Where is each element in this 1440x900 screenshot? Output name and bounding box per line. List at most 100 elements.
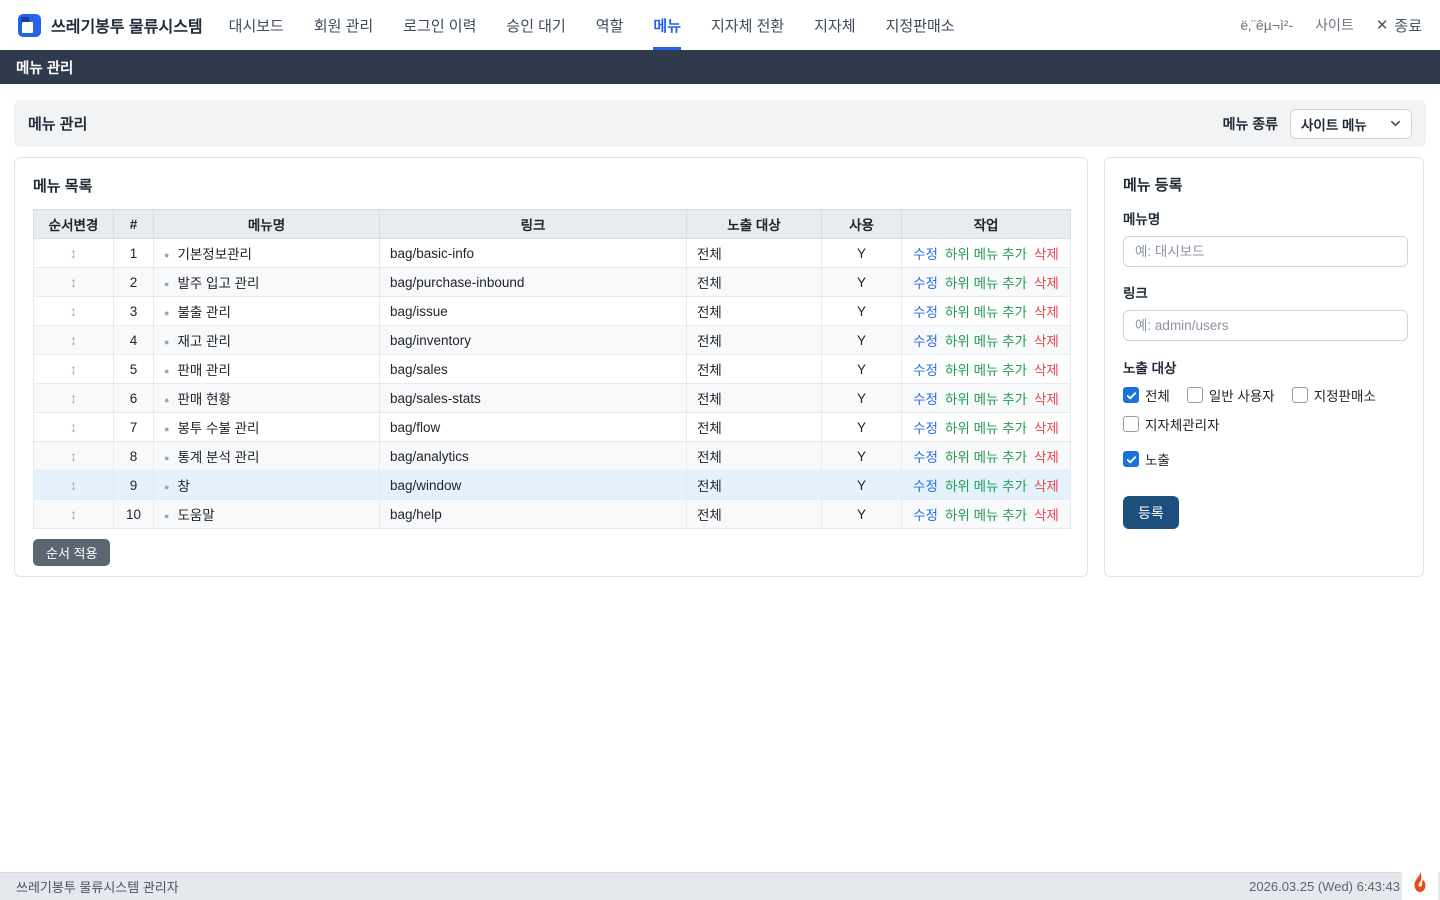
nav-item-3[interactable]: 승인 대기 xyxy=(506,0,565,50)
edit-link[interactable]: 수정 xyxy=(913,421,938,436)
menu-name-cell: ●재고 관리 xyxy=(154,326,380,355)
menu-list-title: 메뉴 목록 xyxy=(33,175,1069,196)
menu-name: 판매 현황 xyxy=(177,392,230,407)
delete-link[interactable]: 삭제 xyxy=(1034,392,1059,407)
nav-item-8[interactable]: 지정판매소 xyxy=(886,0,955,50)
edit-link[interactable]: 수정 xyxy=(913,479,938,494)
visible-checkbox[interactable]: 노출 xyxy=(1123,449,1170,469)
page-title: 메뉴 관리 xyxy=(28,113,87,134)
main-nav: 대시보드 회원 관리 로그인 이력 승인 대기 역할 메뉴 지자체 전환 지자체 지정판매소 xyxy=(229,0,955,50)
drag-handle-icon[interactable]: ↕ xyxy=(70,361,77,377)
add-submenu-link[interactable]: 하위 메뉴 추가 xyxy=(945,247,1027,262)
menu-link-cell: bag/sales xyxy=(380,355,687,384)
menu-name: 도움말 xyxy=(177,508,214,523)
logout-button[interactable]: ✕ 종료 xyxy=(1376,15,1422,36)
use-cell: Y xyxy=(822,355,902,384)
drag-handle-icon[interactable]: ↕ xyxy=(70,448,77,464)
row-number: 3 xyxy=(114,297,154,326)
actions-cell: 수정 하위 메뉴 추가 삭제 xyxy=(902,326,1071,355)
delete-link[interactable]: 삭제 xyxy=(1034,508,1059,523)
edit-link[interactable]: 수정 xyxy=(913,305,938,320)
nav-item-0[interactable]: 대시보드 xyxy=(229,0,284,50)
nav-item-2[interactable]: 로그인 이력 xyxy=(403,0,476,50)
table-row: ↕3●불출 관리bag/issue전체Y수정하위 메뉴 추가삭제 xyxy=(34,297,1071,326)
flame-icon xyxy=(1409,868,1431,894)
delete-link[interactable]: 삭제 xyxy=(1034,479,1059,494)
delete-link[interactable]: 삭제 xyxy=(1034,276,1059,291)
add-submenu-link[interactable]: 하위 메뉴 추가 xyxy=(945,508,1027,523)
logout-label: 종료 xyxy=(1394,15,1422,36)
add-submenu-link[interactable]: 하위 메뉴 추가 xyxy=(945,276,1027,291)
target-cell: 전체 xyxy=(687,326,822,355)
menu-name: 창 xyxy=(177,479,189,494)
drag-cell: ↕ xyxy=(34,355,114,384)
checkbox-label: 일반 사용자 xyxy=(1209,385,1275,405)
row-number: 1 xyxy=(114,239,154,268)
add-submenu-link[interactable]: 하위 메뉴 추가 xyxy=(945,305,1027,320)
edit-link[interactable]: 수정 xyxy=(913,363,938,378)
drag-handle-icon[interactable]: ↕ xyxy=(70,274,77,290)
table-row: ↕4●재고 관리bag/inventory전체Y수정하위 메뉴 추가삭제 xyxy=(34,326,1071,355)
bullet-icon: ● xyxy=(164,424,169,434)
checkbox-label: 지정판매소 xyxy=(1314,385,1376,405)
add-submenu-link[interactable]: 하위 메뉴 추가 xyxy=(945,479,1027,494)
menu-type-select[interactable]: 사이트 메뉴 xyxy=(1290,109,1412,139)
delete-link[interactable]: 삭제 xyxy=(1034,421,1059,436)
target-checkbox-3[interactable]: 지자체관리자 xyxy=(1123,414,1220,434)
add-submenu-link[interactable]: 하위 메뉴 추가 xyxy=(945,450,1027,465)
target-checkbox-1[interactable]: 일반 사용자 xyxy=(1187,385,1275,405)
bullet-icon: ● xyxy=(164,308,169,318)
org-name: ë‚¨êµ¬ì²- xyxy=(1240,17,1293,33)
drag-handle-icon[interactable]: ↕ xyxy=(70,332,77,348)
register-button[interactable]: 등록 xyxy=(1123,496,1179,529)
drag-cell: ↕ xyxy=(34,442,114,471)
delete-link[interactable]: 삭제 xyxy=(1034,450,1059,465)
column-header-2: 메뉴명 xyxy=(154,210,380,239)
target-checkbox-0[interactable]: 전체 xyxy=(1123,385,1170,405)
drag-handle-icon[interactable]: ↕ xyxy=(70,390,77,406)
nav-item-5[interactable]: 메뉴 xyxy=(653,0,681,50)
drag-handle-icon[interactable]: ↕ xyxy=(70,506,77,522)
add-submenu-link[interactable]: 하위 메뉴 추가 xyxy=(945,363,1027,378)
menu-link-cell: bag/issue xyxy=(380,297,687,326)
drag-handle-icon[interactable]: ↕ xyxy=(70,245,77,261)
site-link[interactable]: 사이트 xyxy=(1315,15,1354,35)
add-submenu-link[interactable]: 하위 메뉴 추가 xyxy=(945,392,1027,407)
use-cell: Y xyxy=(822,297,902,326)
drag-cell: ↕ xyxy=(34,239,114,268)
add-submenu-link[interactable]: 하위 메뉴 추가 xyxy=(945,334,1027,349)
drag-cell: ↕ xyxy=(34,297,114,326)
delete-link[interactable]: 삭제 xyxy=(1034,334,1059,349)
drag-handle-icon[interactable]: ↕ xyxy=(70,419,77,435)
edit-link[interactable]: 수정 xyxy=(913,508,938,523)
delete-link[interactable]: 삭제 xyxy=(1034,247,1059,262)
menu-link-cell: bag/window xyxy=(380,471,687,500)
nav-item-6[interactable]: 지자체 전환 xyxy=(711,0,784,50)
target-cell: 전체 xyxy=(687,442,822,471)
drag-cell: ↕ xyxy=(34,326,114,355)
menu-link-cell: bag/purchase-inbound xyxy=(380,268,687,297)
edit-link[interactable]: 수정 xyxy=(913,334,938,349)
nav-item-7[interactable]: 지자체 xyxy=(814,0,855,50)
apply-order-button[interactable]: 순서 적용 xyxy=(33,539,110,566)
edit-link[interactable]: 수정 xyxy=(913,276,938,291)
nav-item-4[interactable]: 역할 xyxy=(596,0,624,50)
drag-handle-icon[interactable]: ↕ xyxy=(70,303,77,319)
edit-link[interactable]: 수정 xyxy=(913,392,938,407)
use-cell: Y xyxy=(822,268,902,297)
menu-name: 판매 관리 xyxy=(177,363,230,378)
target-checkbox-2[interactable]: 지정판매소 xyxy=(1292,385,1376,405)
column-header-5: 사용 xyxy=(822,210,902,239)
delete-link[interactable]: 삭제 xyxy=(1034,363,1059,378)
edit-link[interactable]: 수정 xyxy=(913,450,938,465)
menu-link-input[interactable] xyxy=(1123,310,1408,341)
add-submenu-link[interactable]: 하위 메뉴 추가 xyxy=(945,421,1027,436)
menu-name-input[interactable] xyxy=(1123,236,1408,267)
drag-handle-icon[interactable]: ↕ xyxy=(70,477,77,493)
nav-item-1[interactable]: 회원 관리 xyxy=(314,0,373,50)
target-cell: 전체 xyxy=(687,297,822,326)
menu-link-label: 링크 xyxy=(1123,282,1405,302)
checkbox-checked-icon xyxy=(1123,387,1139,403)
delete-link[interactable]: 삭제 xyxy=(1034,305,1059,320)
edit-link[interactable]: 수정 xyxy=(913,247,938,262)
